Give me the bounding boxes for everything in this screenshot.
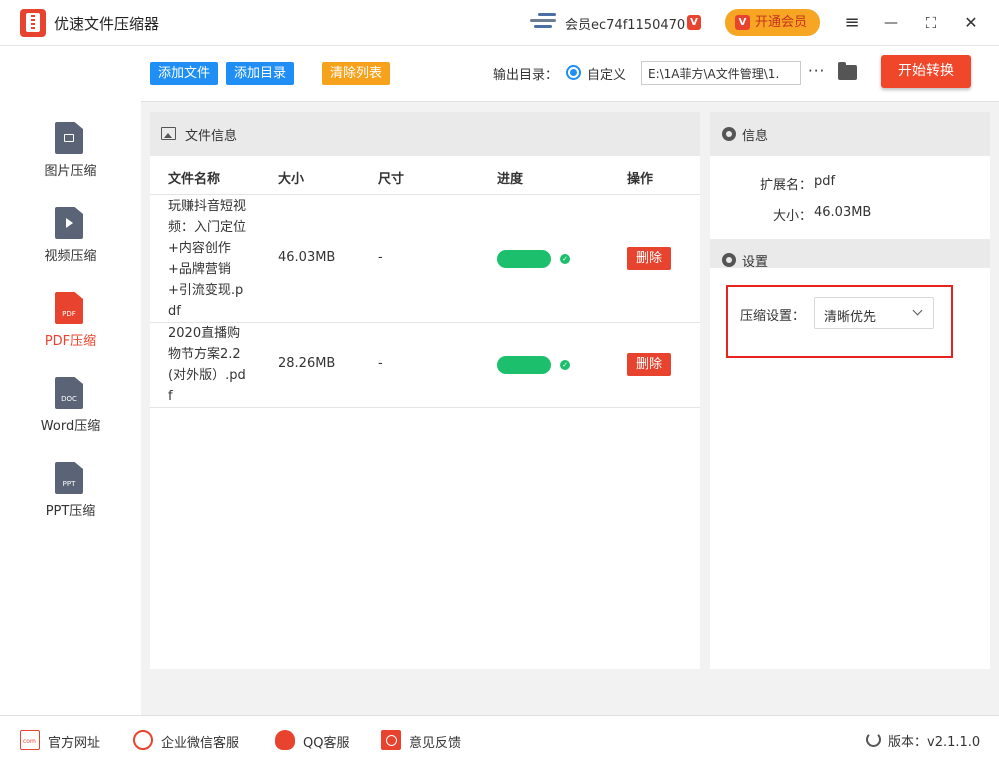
- delete-button[interactable]: 删除: [627, 353, 671, 376]
- file-name: 玩赚抖音短视频：入门定位+内容创作+品牌营销+引流变现.pdf: [168, 199, 247, 319]
- feedback-label: 意见反馈: [409, 736, 462, 751]
- vip-icon: V: [735, 15, 750, 30]
- output-path-input[interactable]: [641, 61, 801, 85]
- file-dims: -: [378, 250, 383, 265]
- file-size: 46.03MB: [278, 250, 336, 265]
- column-header-dims: 尺寸: [378, 172, 405, 187]
- sidebar: 图片压缩 视频压缩 PDF PDF压缩 DOC Word压缩 PPT PPT压缩: [0, 47, 141, 715]
- minimize-button[interactable]: —: [878, 10, 904, 36]
- sidebar-item-pdf[interactable]: PDF PDF压缩: [0, 292, 141, 372]
- info-panel-header: 信息: [710, 112, 990, 156]
- info-panel: 信息 扩展名： pdf 大小： 46.03MB 设置 压缩设置： 清晰优先: [710, 112, 990, 669]
- sidebar-item-video[interactable]: 视频压缩: [0, 207, 141, 287]
- settings-header: 设置: [710, 239, 990, 272]
- wechat-support-label: 企业微信客服: [161, 736, 240, 751]
- check-icon: ✓: [560, 360, 570, 370]
- website-label: 官方网址: [48, 736, 101, 751]
- open-vip-button[interactable]: V 开通会员: [725, 9, 820, 36]
- compress-setting-value: 清晰优先: [824, 310, 877, 325]
- version-label: 版本：v2.1.1.0: [888, 735, 981, 750]
- progress-bar: [497, 356, 551, 374]
- custom-output-radio[interactable]: [566, 65, 581, 80]
- sidebar-item-label: PDF压缩: [44, 334, 97, 349]
- size-value: 46.03MB: [814, 205, 872, 220]
- open-vip-label: 开通会员: [755, 15, 808, 30]
- footer: 官方网址 企业微信客服 QQ客服 意见反馈 版本：v2.1.1.0: [0, 715, 999, 763]
- table-row[interactable]: 玩赚抖音短视频：入门定位+内容创作+品牌营销+引流变现.pdf 46.03MB …: [150, 195, 700, 323]
- word-file-icon: DOC: [55, 377, 83, 409]
- refresh-icon[interactable]: [866, 732, 881, 747]
- image-icon: [161, 127, 176, 140]
- website-icon: [20, 730, 40, 750]
- qq-support-label: QQ客服: [303, 736, 350, 751]
- file-panel-header: 文件信息: [150, 112, 700, 156]
- qq-icon: [275, 730, 295, 750]
- column-header-size: 大小: [278, 172, 305, 187]
- gear-icon: [719, 122, 736, 146]
- sidebar-item-image[interactable]: 图片压缩: [0, 122, 141, 202]
- maximize-button[interactable]: ⛶: [918, 10, 944, 36]
- file-dims: -: [378, 356, 383, 371]
- vip-mark-icon: V: [687, 15, 701, 30]
- add-file-button[interactable]: 添加文件: [150, 62, 219, 85]
- delete-button[interactable]: 删除: [627, 247, 671, 270]
- column-header-name: 文件名称: [168, 172, 221, 187]
- title-bar: 优速文件压缩器 会员ec74f1150470 V V 开通会员 ≡ — ⛶ ✕: [0, 0, 999, 46]
- sidebar-item-label: Word压缩: [40, 419, 101, 434]
- image-file-icon: [55, 122, 83, 154]
- compress-setting-select[interactable]: 清晰优先: [814, 297, 934, 329]
- file-name: 2020直播购物节方案2.2(对外版）.pdf: [168, 326, 246, 404]
- info-panel-title: 信息: [742, 129, 769, 144]
- ppt-file-icon: PPT: [55, 462, 83, 494]
- start-convert-button[interactable]: 开始转换: [881, 55, 971, 88]
- clear-list-button[interactable]: 清除列表: [322, 62, 391, 85]
- menu-icon[interactable]: ≡: [839, 10, 865, 36]
- sidebar-item-label: PPT压缩: [45, 504, 96, 519]
- folder-icon[interactable]: [838, 62, 857, 80]
- output-dir-label: 输出目录：: [493, 68, 559, 83]
- pdf-file-icon: PDF: [55, 292, 83, 324]
- progress-bar: [497, 250, 551, 268]
- settings-title: 设置: [742, 255, 769, 270]
- sidebar-item-ppt[interactable]: PPT PPT压缩: [0, 462, 141, 542]
- custom-output-label[interactable]: 自定义: [587, 64, 626, 83]
- file-panel-title: 文件信息: [185, 129, 238, 144]
- video-file-icon: [55, 207, 83, 239]
- column-header-progress: 进度: [497, 172, 524, 187]
- app-logo-icon: [20, 9, 46, 37]
- size-label: 大小：: [772, 209, 812, 224]
- sidebar-item-label: 视频压缩: [44, 249, 97, 264]
- wechat-icon: [133, 730, 153, 750]
- feedback-icon: [381, 730, 401, 750]
- app-title: 优速文件压缩器: [54, 15, 160, 33]
- column-header-action: 操作: [627, 172, 654, 187]
- extension-label: 扩展名：: [759, 178, 812, 193]
- toolbar: 添加文件 添加目录 清除列表 输出目录： 自定义 ··· 开始转换: [141, 47, 999, 102]
- more-options-button[interactable]: ···: [808, 62, 825, 80]
- add-folder-button[interactable]: 添加目录: [226, 62, 295, 85]
- sidebar-item-label: 图片压缩: [44, 164, 97, 179]
- file-size: 28.26MB: [278, 356, 336, 371]
- sidebar-item-word[interactable]: DOC Word压缩: [0, 377, 141, 457]
- chevron-down-icon: [912, 305, 923, 316]
- table-row[interactable]: 2020直播购物节方案2.2(对外版）.pdf 28.26MB - ✓ 删除: [150, 323, 700, 408]
- close-button[interactable]: ✕: [958, 10, 984, 36]
- check-icon: ✓: [560, 254, 570, 264]
- compress-setting-label: 压缩设置：: [740, 309, 806, 324]
- extension-value: pdf: [814, 174, 836, 189]
- gear-icon: [719, 248, 736, 272]
- user-logo-icon: [528, 13, 558, 33]
- file-panel: 文件信息 文件名称 大小 尺寸 进度 操作 玩赚抖音短视频：入门定位+内容创作+…: [150, 112, 700, 669]
- user-name[interactable]: 会员ec74f1150470: [565, 14, 685, 33]
